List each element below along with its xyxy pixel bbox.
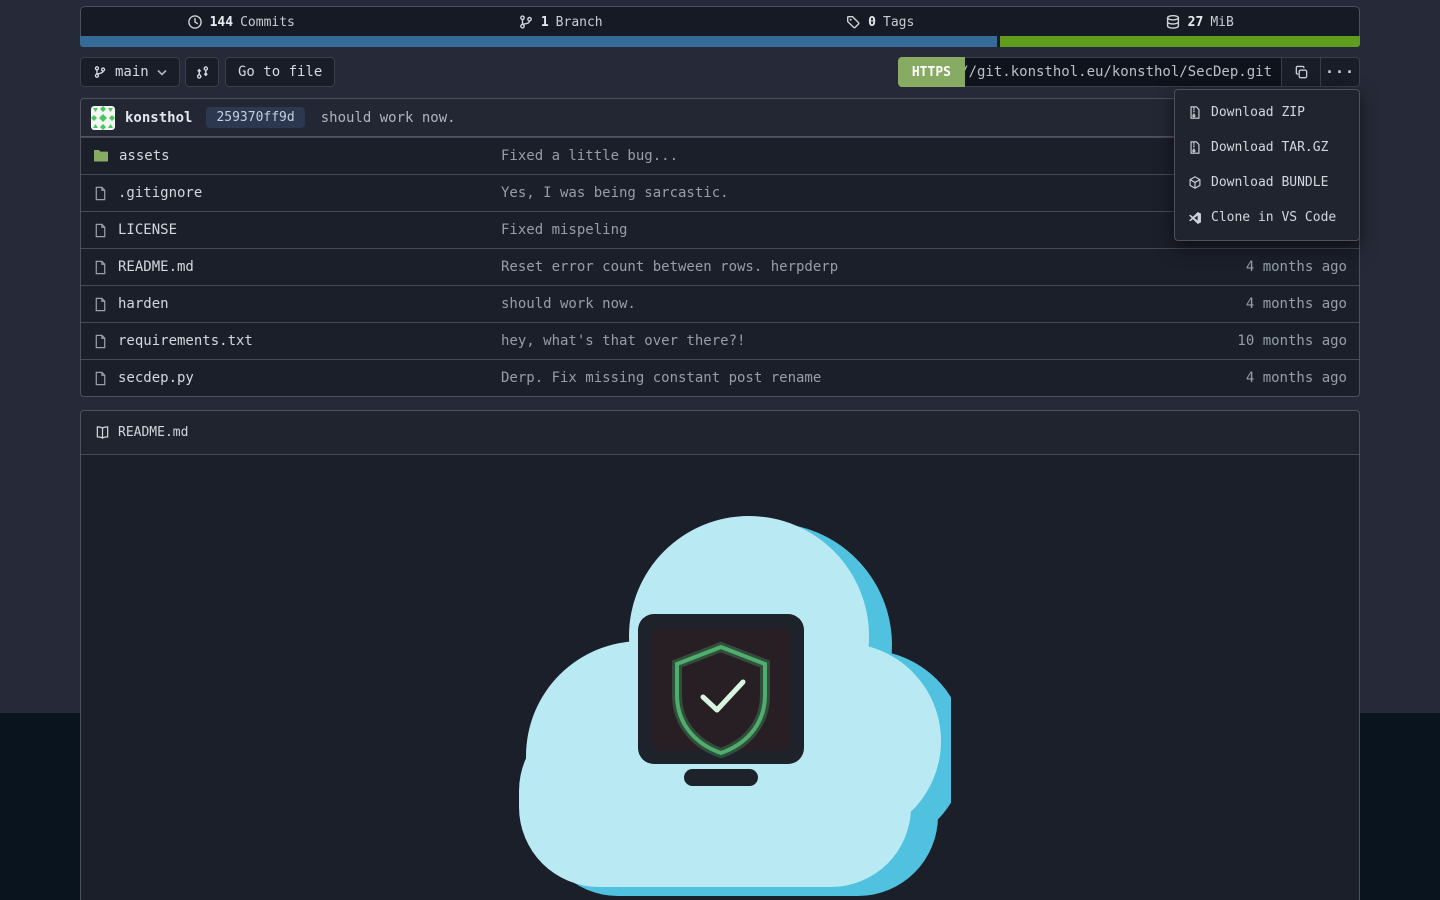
tags-count: 0 xyxy=(868,15,876,30)
language-bar[interactable] xyxy=(80,36,1360,47)
file-commit-message[interactable]: should work now. xyxy=(501,296,1117,312)
menu-item-label: Download ZIP xyxy=(1211,105,1305,120)
zip-file-icon xyxy=(1188,105,1202,120)
git-compare-icon xyxy=(195,65,210,80)
commit-hash-badge[interactable]: 259370ff9d xyxy=(206,107,304,128)
branch-name: main xyxy=(115,64,149,80)
file-name[interactable]: assets xyxy=(119,148,170,164)
copy-icon xyxy=(1294,65,1309,80)
file-age: 10 months ago xyxy=(1117,333,1359,349)
https-label: HTTPS xyxy=(912,65,951,80)
stat-size: 27 MiB xyxy=(1040,7,1360,37)
ellipsis-icon: ··· xyxy=(1325,63,1355,81)
commits-label: Commits xyxy=(240,15,295,30)
branch-icon xyxy=(518,14,534,30)
menu-item-download-zip[interactable]: Download ZIP xyxy=(1175,95,1359,130)
table-row: .gitignore Yes, I was being sarcastic. xyxy=(81,174,1359,211)
commit-message[interactable]: should work now. xyxy=(321,110,456,126)
go-to-file-label: Go to file xyxy=(238,64,322,80)
repo-stats-bar: 144 Commits 1 Branch 0 Tags 27 MiB xyxy=(80,6,1360,37)
language-segment-2[interactable] xyxy=(1000,36,1360,47)
cloud-logo-image xyxy=(491,501,951,900)
file-icon xyxy=(93,297,108,312)
menu-item-label: Download BUNDLE xyxy=(1211,175,1328,190)
table-row: README.md Reset error count between rows… xyxy=(81,248,1359,285)
file-icon xyxy=(93,186,108,201)
menu-item-clone-vscode[interactable]: Clone in VS Code xyxy=(1175,200,1359,235)
project-logo: SECDEP xyxy=(491,501,951,900)
file-commit-message[interactable]: Fixed a little bug... xyxy=(501,148,1117,164)
file-commit-message[interactable]: Yes, I was being sarcastic. xyxy=(501,185,1117,201)
file-age: 4 months ago xyxy=(1117,296,1359,312)
stat-tags[interactable]: 0 Tags xyxy=(720,7,1040,37)
database-icon xyxy=(1165,14,1181,30)
branch-label: Branch xyxy=(556,15,603,30)
language-segment-1[interactable] xyxy=(80,36,997,47)
size-label: MiB xyxy=(1210,15,1233,30)
readme-header[interactable]: README.md xyxy=(81,411,1359,455)
zip-file-icon xyxy=(1188,140,1202,155)
chevron-down-icon xyxy=(157,69,167,76)
file-icon xyxy=(93,260,108,275)
commits-count: 144 xyxy=(210,15,233,30)
readme-panel: README.md xyxy=(80,410,1360,900)
file-name[interactable]: README.md xyxy=(118,259,194,275)
file-icon xyxy=(93,334,108,349)
clone-url-value: https://git.konsthol.eu/konsthol/SecDep.… xyxy=(965,64,1272,80)
repo-toolbar: main Go to file HTTPS https://git.konsth… xyxy=(80,57,1360,89)
tags-label: Tags xyxy=(883,15,914,30)
menu-item-download-targz[interactable]: Download TAR.GZ xyxy=(1175,130,1359,165)
stat-branches[interactable]: 1 Branch xyxy=(401,7,721,37)
clone-panel: HTTPS https://git.konsthol.eu/konsthol/S… xyxy=(898,57,1360,87)
file-age: 4 months ago xyxy=(1117,259,1359,275)
file-name[interactable]: .gitignore xyxy=(118,185,202,201)
file-age: 4 months ago xyxy=(1117,370,1359,386)
table-row: assets Fixed a little bug... xyxy=(81,137,1359,174)
menu-item-label: Clone in VS Code xyxy=(1211,210,1336,225)
branch-count: 1 xyxy=(541,15,549,30)
file-commit-message[interactable]: Derp. Fix missing constant post rename xyxy=(501,370,1117,386)
file-commit-message[interactable]: hey, what's that over there?! xyxy=(501,333,1117,349)
menu-item-label: Download TAR.GZ xyxy=(1211,140,1328,155)
commit-author[interactable]: konsthol xyxy=(125,110,192,126)
branch-icon xyxy=(93,65,107,79)
clone-url-input[interactable]: https://git.konsthol.eu/konsthol/SecDep.… xyxy=(965,57,1282,87)
download-menu: Download ZIP Download TAR.GZ Download BU… xyxy=(1174,89,1360,241)
stat-commits[interactable]: 144 Commits xyxy=(81,7,401,37)
size-count: 27 xyxy=(1188,15,1204,30)
book-icon xyxy=(95,425,110,440)
file-icon xyxy=(93,223,108,238)
table-row: requirements.txt hey, what's that over t… xyxy=(81,322,1359,359)
compare-button[interactable] xyxy=(185,57,219,87)
table-row: secdep.py Derp. Fix missing constant pos… xyxy=(81,359,1359,396)
go-to-file-button[interactable]: Go to file xyxy=(225,57,335,87)
file-commit-message[interactable]: Reset error count between rows. herpderp xyxy=(501,259,1117,275)
table-row: harden should work now. 4 months ago xyxy=(81,285,1359,322)
package-icon xyxy=(1188,175,1202,190)
tag-icon xyxy=(845,14,861,30)
clock-icon xyxy=(187,14,203,30)
folder-icon xyxy=(93,148,109,164)
menu-item-download-bundle[interactable]: Download BUNDLE xyxy=(1175,165,1359,200)
file-commit-message[interactable]: Fixed mispeling xyxy=(501,222,1117,238)
file-table: konsthol 259370ff9d should work now. ass… xyxy=(80,98,1360,397)
file-icon xyxy=(93,371,108,386)
file-name[interactable]: secdep.py xyxy=(118,370,194,386)
https-protocol-button[interactable]: HTTPS xyxy=(898,57,965,87)
readme-title: README.md xyxy=(118,425,188,440)
more-options-button[interactable]: ··· xyxy=(1321,57,1360,87)
branch-selector[interactable]: main xyxy=(80,57,180,87)
table-row: LICENSE Fixed mispeling xyxy=(81,211,1359,248)
vscode-icon xyxy=(1188,211,1202,225)
avatar[interactable] xyxy=(91,106,115,130)
copy-url-button[interactable] xyxy=(1282,57,1321,87)
file-name[interactable]: harden xyxy=(118,296,169,312)
file-name[interactable]: LICENSE xyxy=(118,222,177,238)
latest-commit-row: konsthol 259370ff9d should work now. xyxy=(81,99,1359,137)
repo-page: 144 Commits 1 Branch 0 Tags 27 MiB main xyxy=(0,0,1440,900)
file-name[interactable]: requirements.txt xyxy=(118,333,253,349)
